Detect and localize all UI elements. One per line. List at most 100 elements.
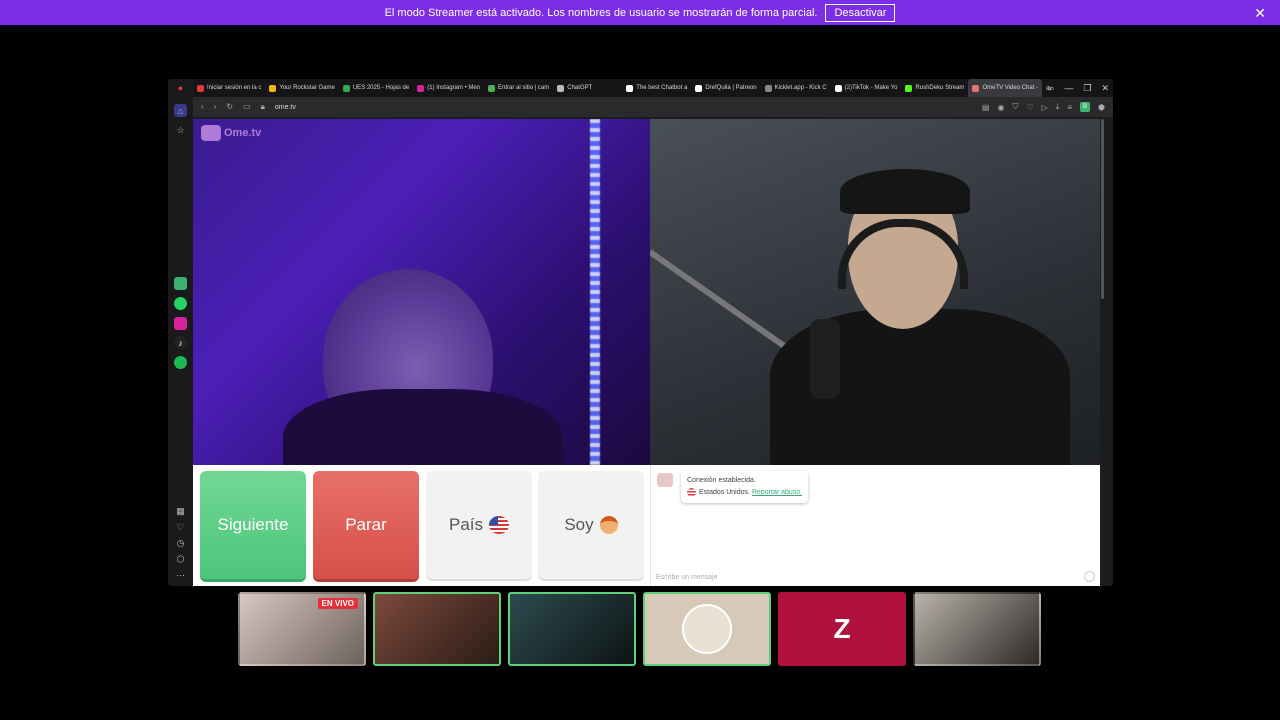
emoji-icon[interactable] <box>1084 571 1095 582</box>
tab-favicon-icon <box>905 84 913 92</box>
tab[interactable]: (1) Instagram • Men <box>413 79 484 97</box>
tab-favicon-icon <box>488 84 496 92</box>
menu-icon[interactable]: ≡ <box>1067 103 1072 112</box>
back-icon[interactable]: ‹ <box>201 102 204 112</box>
tab[interactable]: UES 2025 - Hojas de <box>339 79 413 97</box>
download-icon[interactable]: ⤓ <box>1056 102 1060 112</box>
browser-window: ● ⌂ ☆ ♪ ▦ ♡ ◷ ⬡ ⋯ Iniciar sesión en la c… <box>168 79 1113 586</box>
report-abuse-link[interactable]: Reportar abuso. <box>752 489 802 496</box>
spotify-icon[interactable] <box>174 356 187 369</box>
tab[interactable]: ChatGPT <box>553 79 596 97</box>
stranger-video: Ome.tv <box>193 119 650 465</box>
us-flag-icon <box>687 487 696 497</box>
scrollbar-thumb[interactable] <box>1101 119 1104 299</box>
opera-icon[interactable]: ● <box>174 81 187 94</box>
boy-icon <box>599 516 618 534</box>
heart-icon[interactable]: ♡ <box>174 521 187 534</box>
sidebar-app-icon[interactable] <box>174 277 187 290</box>
tab-active[interactable]: OmeTV Video Chat - <box>968 79 1043 97</box>
tab-favicon-icon <box>764 84 772 92</box>
led-strip-image <box>590 119 600 465</box>
tab[interactable]: Iniciar sesión en la c <box>193 79 265 97</box>
tab[interactable]: (2)TikTok - Make Yo <box>831 79 902 97</box>
connection-status: Conexión establecida. <box>687 477 756 484</box>
thumbnail-cam <box>373 592 501 666</box>
deactivate-button[interactable]: Desactivar <box>825 3 896 22</box>
history-icon[interactable]: ◷ <box>174 537 187 550</box>
tab-favicon-icon <box>834 84 842 92</box>
chat-controls: Siguiente Parar País Soy <box>193 465 650 586</box>
tab[interactable]: The best Chatbot a <box>622 79 691 97</box>
camera-icon[interactable]: ◉ <box>997 103 1004 112</box>
tab-favicon-icon <box>417 84 425 92</box>
close-window-icon[interactable]: ✕ <box>1101 83 1109 94</box>
country-button[interactable]: País <box>426 471 532 579</box>
live-badge: EN VIVO <box>317 598 358 609</box>
tab-favicon-icon <box>626 84 634 92</box>
extensions-icon[interactable]: ⬡ <box>174 553 187 566</box>
more-icon[interactable]: ⋯ <box>174 569 187 582</box>
tab-bar: Iniciar sesión en la c Your Rockstar Gam… <box>193 79 1113 97</box>
forward-icon[interactable]: › <box>214 102 217 112</box>
cap-image <box>840 169 970 214</box>
instagram-icon[interactable] <box>174 317 187 330</box>
chat-panel: Conexión establecida. Estados Unidos. Re… <box>650 465 1105 586</box>
tab-favicon-icon <box>695 84 703 92</box>
page-scrollbar[interactable] <box>1100 119 1105 586</box>
next-button[interactable]: Siguiente <box>200 471 306 579</box>
stop-button[interactable]: Parar <box>313 471 419 579</box>
bookmark-icon[interactable]: ☆ <box>174 124 187 137</box>
tiktok-icon[interactable]: ♪ <box>174 336 187 349</box>
profile-avatar[interactable]: B <box>1080 102 1091 112</box>
address-bar: ‹ › ↻ ▭ 🔒︎ ome.tv ▤ ◉ ⛉ ♡ ▷ ⤓ ≡ B ⬢ <box>193 97 1113 117</box>
home-icon[interactable]: ⌂ <box>174 104 187 117</box>
tab-favicon-icon <box>269 84 277 92</box>
url-input[interactable]: ome.tv <box>275 104 296 111</box>
tab[interactable]: RushDeku Stream <box>901 79 968 97</box>
maximize-icon[interactable]: ❐ <box>1083 83 1091 94</box>
camera-thumbnails: EN VIVO Z <box>238 592 1041 666</box>
streamer-mode-message: El modo Streamer está activado. Los nomb… <box>384 6 818 19</box>
tab-favicon-icon <box>557 84 565 92</box>
tab-favicon-icon <box>342 84 350 92</box>
message-input[interactable]: Escribe un mensaje <box>656 574 717 581</box>
search-icon[interactable]: ⌕ <box>1049 83 1054 94</box>
tab[interactable]: DrefQuila | Patreon <box>691 79 760 97</box>
thumbnail-cam <box>913 592 1041 666</box>
mic-arm-image <box>650 249 800 358</box>
play-icon[interactable]: ▷ <box>1042 103 1048 112</box>
tool-icon[interactable]: ▤ <box>982 103 990 112</box>
partner-country: Estados Unidos. <box>699 489 750 496</box>
lock-icon: 🔒︎ <box>260 102 265 111</box>
gender-button[interactable]: Soy <box>538 471 644 579</box>
thumbnail-brand-logo: Z <box>778 592 906 666</box>
tab[interactable]: Entrar al sitio | cam <box>484 79 553 97</box>
tab[interactable]: Kicklet.app - Kick C <box>761 79 831 97</box>
avatar <box>682 604 732 654</box>
thumbnail-cam <box>643 592 771 666</box>
minimize-icon[interactable]: — <box>1064 83 1073 93</box>
workspaces-icon[interactable]: ▦ <box>174 505 187 518</box>
tab-favicon-icon <box>197 84 204 92</box>
close-icon[interactable]: ✕ <box>1254 5 1266 22</box>
streamer-mode-banner: El modo Streamer está activado. Los nomb… <box>0 0 1280 25</box>
thumbnail-cam: EN VIVO <box>238 592 366 666</box>
us-flag-icon <box>489 516 510 534</box>
self-video <box>650 119 1105 465</box>
browser-sidebar: ● ⌂ ☆ ♪ ▦ ♡ ◷ ⬡ ⋯ <box>168 79 193 586</box>
tab[interactable]: Your Rockstar Game <box>265 79 338 97</box>
snapshot-icon[interactable]: ▭ <box>243 102 251 112</box>
whatsapp-icon[interactable] <box>174 297 187 310</box>
tab-favicon-icon <box>972 84 980 92</box>
connection-message: Conexión establecida. Estados Unidos. Re… <box>681 471 809 503</box>
ometv-small-logo-icon <box>657 473 673 487</box>
bookmark-icon[interactable]: ♡ <box>1026 103 1033 112</box>
cube-icon[interactable]: ⬢ <box>1098 103 1105 112</box>
logo-icon <box>201 125 221 141</box>
thumbnail-cam <box>508 592 636 666</box>
window-controls: ⌕ — ❐ ✕ <box>1049 79 1109 97</box>
shield-icon[interactable]: ⛉ <box>1012 102 1018 112</box>
reload-icon[interactable]: ↻ <box>226 102 233 112</box>
ometv-logo: Ome.tv <box>201 125 261 141</box>
microphone-image <box>810 319 840 399</box>
